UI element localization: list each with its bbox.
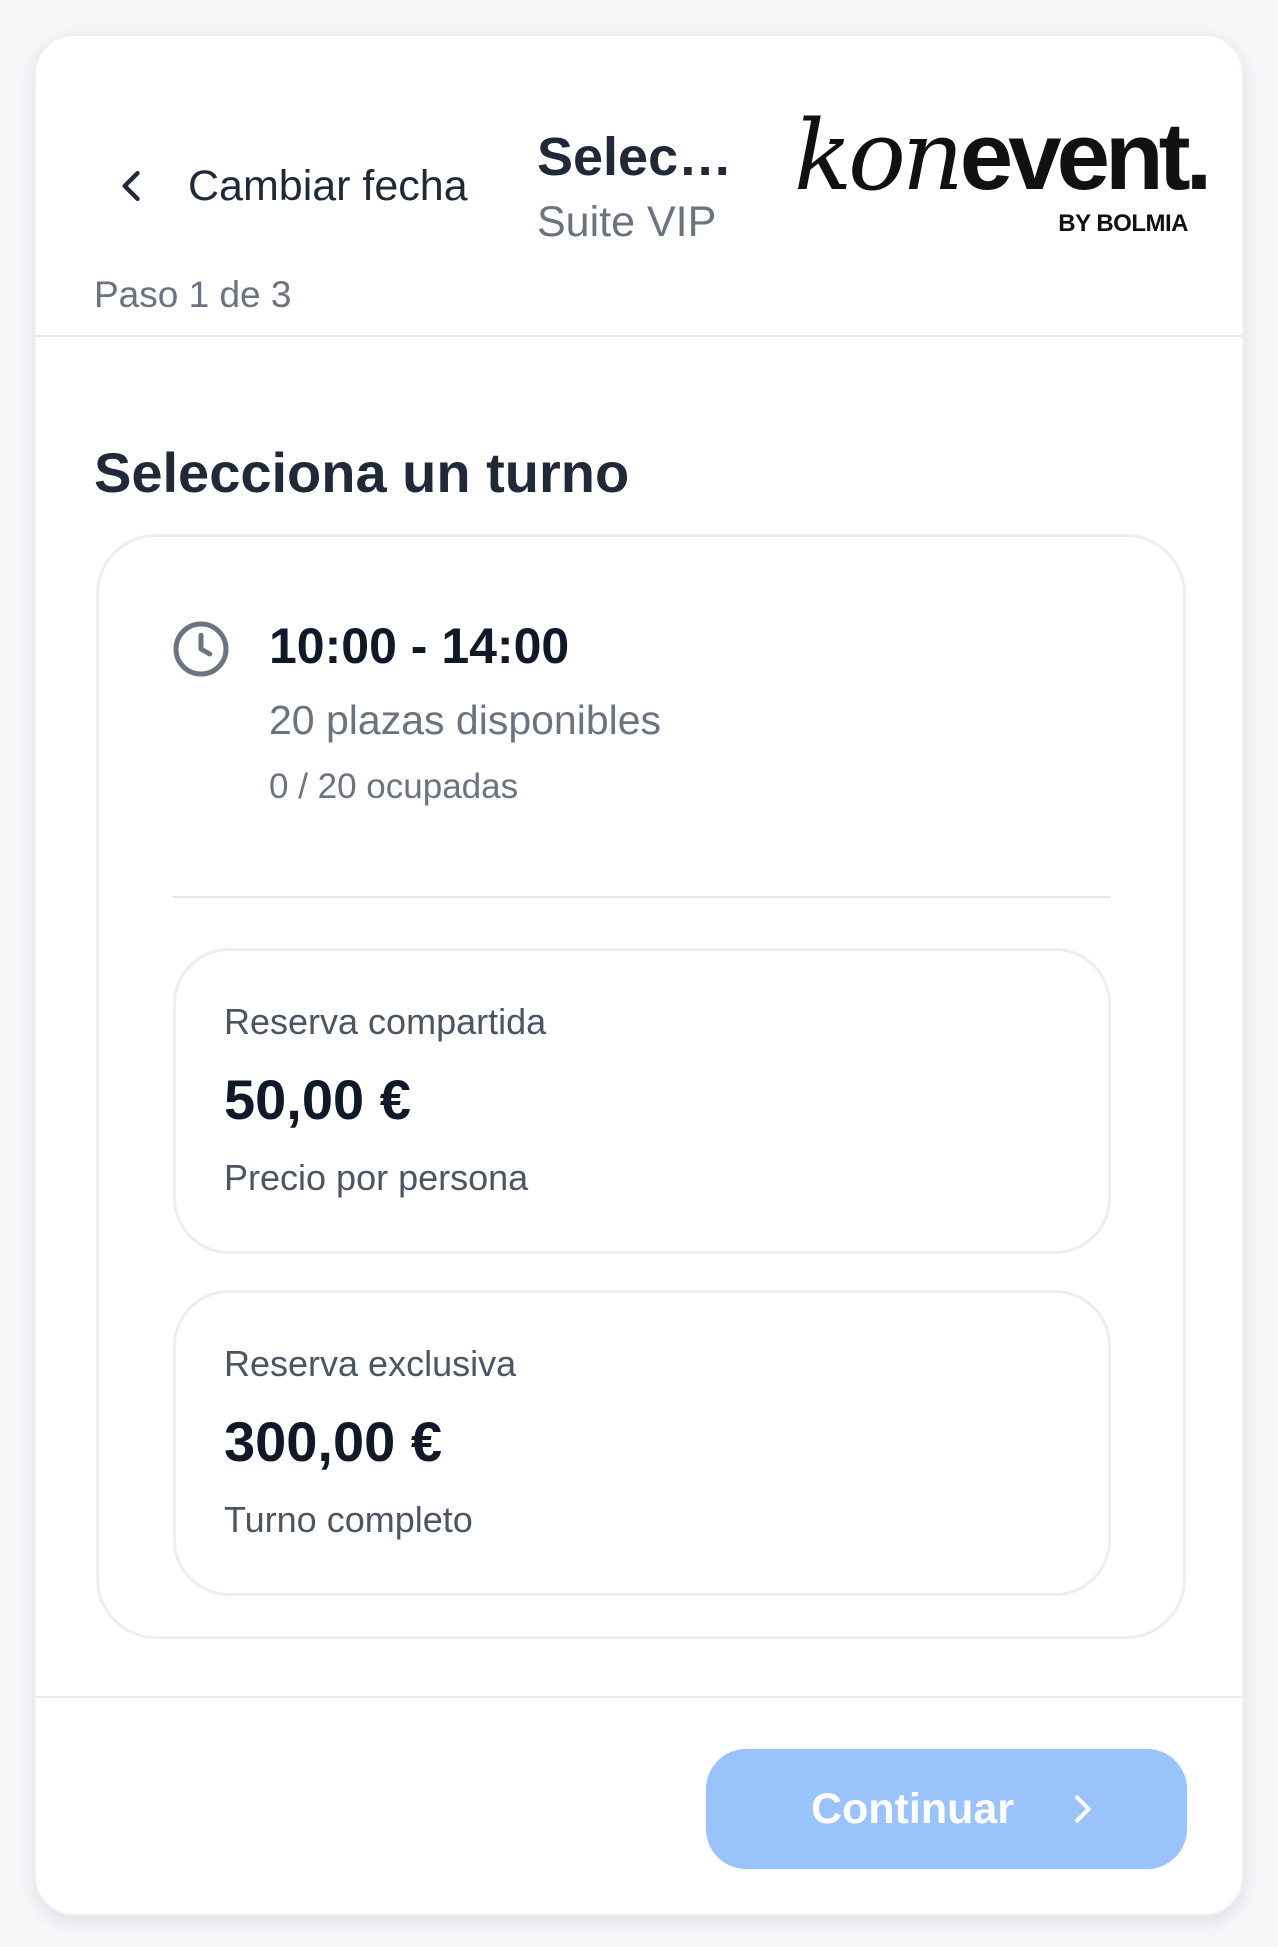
option-label: Reserva compartida bbox=[224, 1001, 547, 1042]
option-note: Turno completo bbox=[224, 1499, 473, 1540]
clock-icon bbox=[173, 621, 229, 677]
brand-logo: konevent. BY BOLMIA bbox=[794, 108, 1212, 248]
footer-divider bbox=[36, 1696, 1242, 1698]
page-title: Selecciona un turno bbox=[537, 127, 747, 187]
slot-occupied: 0 / 20 ocupadas bbox=[269, 767, 519, 806]
option-shared-booking[interactable]: Reserva compartida 50,00 € Precio por pe… bbox=[173, 948, 1111, 1254]
continue-button[interactable]: Continuar bbox=[706, 1749, 1187, 1869]
booking-card: Cambiar fecha Paso 1 de 3 Selecciona un … bbox=[34, 34, 1244, 1916]
brand-logo-byline: BY BOLMIA bbox=[1058, 210, 1188, 237]
section-title: Selecciona un turno bbox=[94, 441, 630, 504]
option-label: Reserva exclusiva bbox=[224, 1343, 517, 1384]
brand-logo-kon: kon bbox=[794, 100, 964, 212]
brand-logo-event: event. bbox=[959, 103, 1212, 210]
chevron-right-icon bbox=[1075, 1795, 1091, 1823]
time-slot-card: 10:00 - 14:00 20 plazas disponibles 0 / … bbox=[96, 534, 1186, 1639]
brand-logo-wordmark: konevent. bbox=[794, 108, 1212, 205]
step-indicator: Paso 1 de 3 bbox=[94, 274, 292, 315]
continue-button-label: Continuar bbox=[810, 1784, 1015, 1833]
option-note: Precio por persona bbox=[224, 1157, 529, 1198]
back-button-label: Cambiar fecha bbox=[188, 161, 468, 210]
chevron-left-icon bbox=[122, 170, 140, 202]
back-button[interactable]: Cambiar fecha bbox=[110, 156, 468, 216]
slot-time: 10:00 - 14:00 bbox=[269, 618, 570, 674]
option-price: 50,00 € bbox=[224, 1068, 411, 1131]
option-exclusive-booking[interactable]: Reserva exclusiva 300,00 € Turno complet… bbox=[173, 1290, 1111, 1596]
option-price: 300,00 € bbox=[224, 1410, 442, 1473]
header: Cambiar fecha Paso 1 de 3 Selecciona un … bbox=[36, 36, 1242, 337]
slot-available: 20 plazas disponibles bbox=[269, 697, 662, 743]
page-title-block: Selecciona un turno Suite VIP bbox=[537, 126, 747, 247]
divider bbox=[173, 896, 1111, 898]
page-subtitle: Suite VIP bbox=[537, 198, 717, 246]
